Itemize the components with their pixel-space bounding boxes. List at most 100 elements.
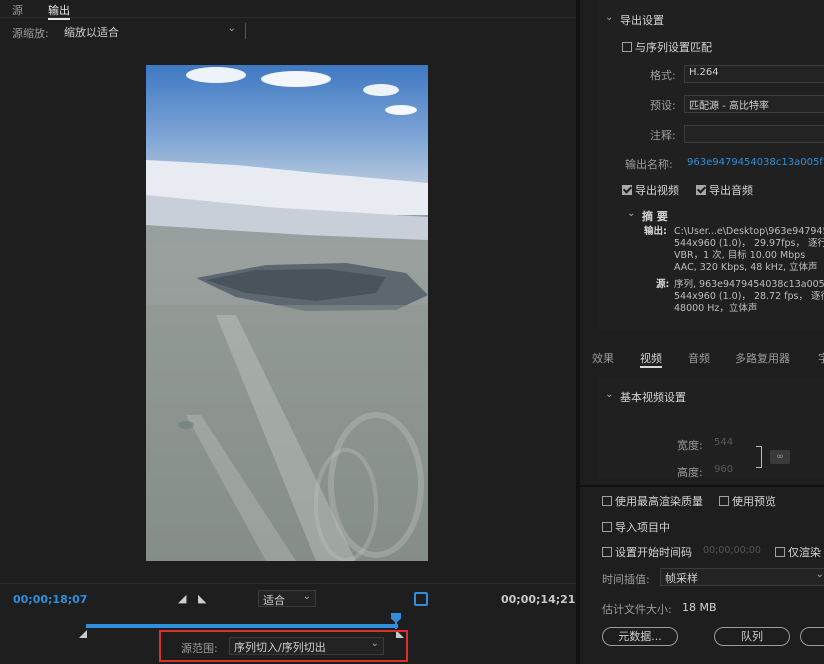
format-dropdown[interactable]: H.264 xyxy=(684,65,824,83)
est-file-size-label: 估计文件大小: xyxy=(602,603,672,616)
timeline-controls: 00;00;18;07 ◢ ◣ 适合 ⌄ 00;00;14;21 源范围: 序列… xyxy=(0,583,576,664)
metadata-button[interactable]: 元数据... xyxy=(602,627,678,646)
tab-audio[interactable]: 音频 xyxy=(688,350,710,366)
summary-line: 序列, 963e9479454038c13a005f70 xyxy=(674,279,824,290)
summary-line: AAC, 320 Kbps, 48 kHz, 立体声 xyxy=(674,262,818,273)
chevron-down-icon[interactable]: ⌄ xyxy=(627,208,635,219)
source-range-value: 序列切入/序列切出 xyxy=(234,641,326,654)
source-scaling-value: 缩放以适合 xyxy=(64,26,119,39)
chevron-down-icon: ⌄ xyxy=(815,569,824,580)
comment-field[interactable] xyxy=(684,125,824,143)
in-point-handle[interactable] xyxy=(79,630,87,638)
checkbox-icon xyxy=(775,547,785,557)
summary-line: 544x960 (1.0)， 29.97fps， 逐行, 硬 xyxy=(674,238,824,249)
summary-line: VBR，1 次, 目标 10.00 Mbps xyxy=(674,250,806,261)
link-icon[interactable]: ∞ xyxy=(770,450,790,464)
chevron-down-icon[interactable]: ⌄ xyxy=(605,389,613,400)
tab-captions[interactable]: 字 xyxy=(818,350,824,366)
checkbox-icon xyxy=(719,496,729,506)
duration-timecode: 00;00;14;21 xyxy=(501,593,576,606)
summary-output-label: 输出: xyxy=(644,226,667,237)
checkbox-icon xyxy=(602,522,612,532)
import-into-project-checkbox[interactable]: 导入项目中 xyxy=(602,519,670,535)
tab-video[interactable]: 视频 xyxy=(640,350,662,368)
aerial-view-image xyxy=(146,65,428,561)
tab-source[interactable]: 源 xyxy=(12,2,23,18)
checkbox-icon xyxy=(602,496,612,506)
set-start-timecode-checkbox[interactable]: 设置开始时间码 xyxy=(602,544,692,560)
summary-source-text: 序列, 963e9479454038c13a005f70 544x960 (1.… xyxy=(674,279,824,315)
time-interpolation-dropdown[interactable]: 帧采样 ⌄ xyxy=(660,568,824,586)
preset-value: 匹配源 - 高比特率 xyxy=(689,101,769,112)
current-timecode[interactable]: 00;00;18;07 xyxy=(13,593,87,606)
summary-title: 摘 要 xyxy=(642,210,668,223)
source-scaling-dropdown[interactable]: 缩放以适合 ⌄ xyxy=(60,23,240,40)
playhead-line xyxy=(395,621,397,629)
queue-button[interactable]: 队列 xyxy=(714,627,790,646)
divider xyxy=(245,23,246,39)
time-interpolation-label: 时间插值: xyxy=(602,573,650,586)
basic-video-title: 基本视频设置 xyxy=(620,391,686,404)
width-value[interactable]: 544 xyxy=(714,437,733,448)
chevron-down-icon[interactable]: ⌄ xyxy=(605,12,613,23)
summary-line: 544x960 (1.0)， 28.72 fps， 逐行, xyxy=(674,291,824,302)
export-audio-label: 导出音频 xyxy=(709,184,753,197)
chevron-down-icon: ⌄ xyxy=(227,23,236,34)
divider xyxy=(580,485,824,487)
source-output-panel: 源 输出 源缩放: 缩放以适合 ⌄ 00;00;18;07 ◢ ◣ 适合 ⌄ 0… xyxy=(0,0,576,664)
output-name-label: 输出名称: xyxy=(625,158,673,171)
height-label: 高度: xyxy=(677,466,703,479)
import-into-project-label: 导入项目中 xyxy=(615,521,670,534)
chevron-down-icon: ⌄ xyxy=(302,591,311,602)
export-video-checkbox[interactable]: 导出视频 xyxy=(622,182,679,198)
use-max-render-label: 使用最高渲染质量 xyxy=(615,495,703,508)
use-preview-checkbox[interactable]: 使用预览 xyxy=(719,493,776,509)
format-value: H.264 xyxy=(689,67,719,78)
divider xyxy=(0,17,576,18)
set-start-timecode-label: 设置开始时间码 xyxy=(615,546,692,559)
export-settings-title: 导出设置 xyxy=(620,14,664,27)
match-sequence-checkbox[interactable]: 与序列设置匹配 xyxy=(622,39,712,55)
source-range-label: 源范围: xyxy=(181,642,218,655)
render-alpha-label: 仅渲染 A xyxy=(788,546,824,559)
render-alpha-checkbox[interactable]: 仅渲染 A xyxy=(775,544,824,560)
export-video-label: 导出视频 xyxy=(635,184,679,197)
link-bracket xyxy=(756,446,762,468)
time-interpolation-value: 帧采样 xyxy=(665,572,698,585)
comment-label: 注释: xyxy=(650,129,676,142)
output-name-link[interactable]: 963e9479454038c13a005f70d8 xyxy=(687,157,824,168)
format-label: 格式: xyxy=(650,69,676,82)
est-file-size-value: 18 MB xyxy=(682,601,717,614)
checkbox-icon xyxy=(622,185,632,195)
video-preview xyxy=(146,65,428,561)
summary-output-text: C:\User...e\Desktop\963e947945403 544x96… xyxy=(674,226,824,274)
chevron-down-icon: ⌄ xyxy=(370,638,379,649)
start-timecode-value[interactable]: 00;00;00;00 xyxy=(703,545,761,556)
settings-tabs: 效果 视频 音频 多路复用器 字 xyxy=(580,343,824,369)
use-preview-label: 使用预览 xyxy=(732,495,776,508)
summary-line: 48000 Hz，立体声 xyxy=(674,303,758,314)
width-label: 宽度: xyxy=(677,439,703,452)
tab-multiplexer[interactable]: 多路复用器 xyxy=(735,350,790,366)
use-max-render-checkbox[interactable]: 使用最高渲染质量 xyxy=(602,493,703,509)
source-scaling-label: 源缩放: xyxy=(12,27,49,40)
export-settings-panel: ⌄ 导出设置 与序列设置匹配 格式: H.264 预设: 匹配源 - 高比特率 … xyxy=(576,0,824,664)
preset-label: 预设: xyxy=(650,99,676,112)
source-range-dropdown[interactable]: 序列切入/序列切出 ⌄ xyxy=(229,637,384,655)
timeline-range-bar[interactable] xyxy=(86,624,398,628)
mark-out-icon[interactable]: ◣ xyxy=(198,592,206,605)
aspect-toggle-icon[interactable] xyxy=(414,592,428,606)
export-button[interactable] xyxy=(800,627,824,646)
fit-dropdown[interactable]: 适合 ⌄ xyxy=(258,590,316,607)
summary-source-label: 源: xyxy=(656,279,670,290)
summary-line: C:\User...e\Desktop\963e947945403 xyxy=(674,226,824,237)
mark-in-icon[interactable]: ◢ xyxy=(178,592,186,605)
checkbox-icon xyxy=(696,185,706,195)
fit-value: 适合 xyxy=(263,594,285,607)
tab-effects[interactable]: 效果 xyxy=(592,350,614,366)
checkbox-icon xyxy=(602,547,612,557)
export-audio-checkbox[interactable]: 导出音频 xyxy=(696,182,753,198)
preset-dropdown[interactable]: 匹配源 - 高比特率 xyxy=(684,95,824,113)
height-value[interactable]: 960 xyxy=(714,464,733,475)
match-sequence-label: 与序列设置匹配 xyxy=(635,41,712,54)
